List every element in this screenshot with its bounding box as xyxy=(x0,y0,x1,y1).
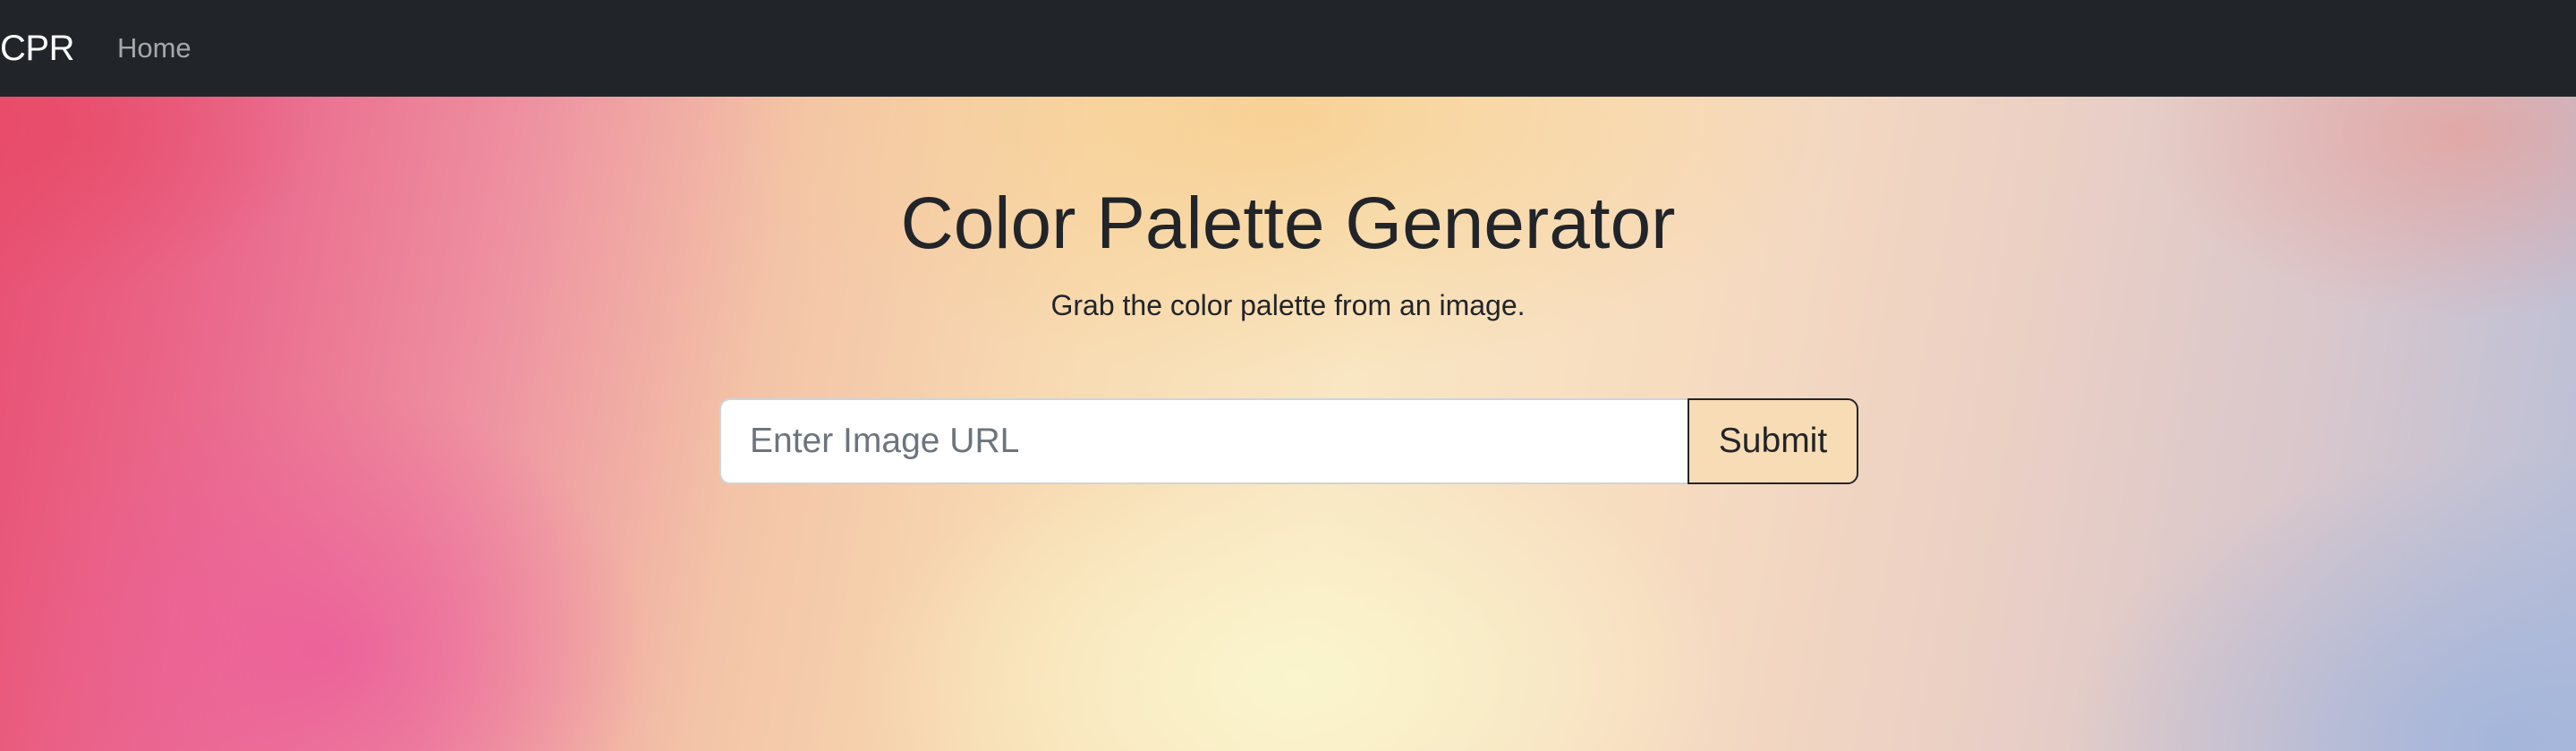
nav-link-home[interactable]: Home xyxy=(117,32,191,64)
brand-logo[interactable]: CPR xyxy=(0,29,74,69)
page-subtitle: Grab the color palette from an image. xyxy=(1050,289,1526,321)
submit-button[interactable]: Submit xyxy=(1688,398,1858,484)
hero-section: Color Palette Generator Grab the color p… xyxy=(0,97,2576,751)
image-url-input[interactable] xyxy=(719,398,1688,484)
top-navbar: CPR Home xyxy=(0,0,2576,97)
image-url-form: Submit xyxy=(719,398,1858,484)
page-title: Color Palette Generator xyxy=(900,183,1676,264)
